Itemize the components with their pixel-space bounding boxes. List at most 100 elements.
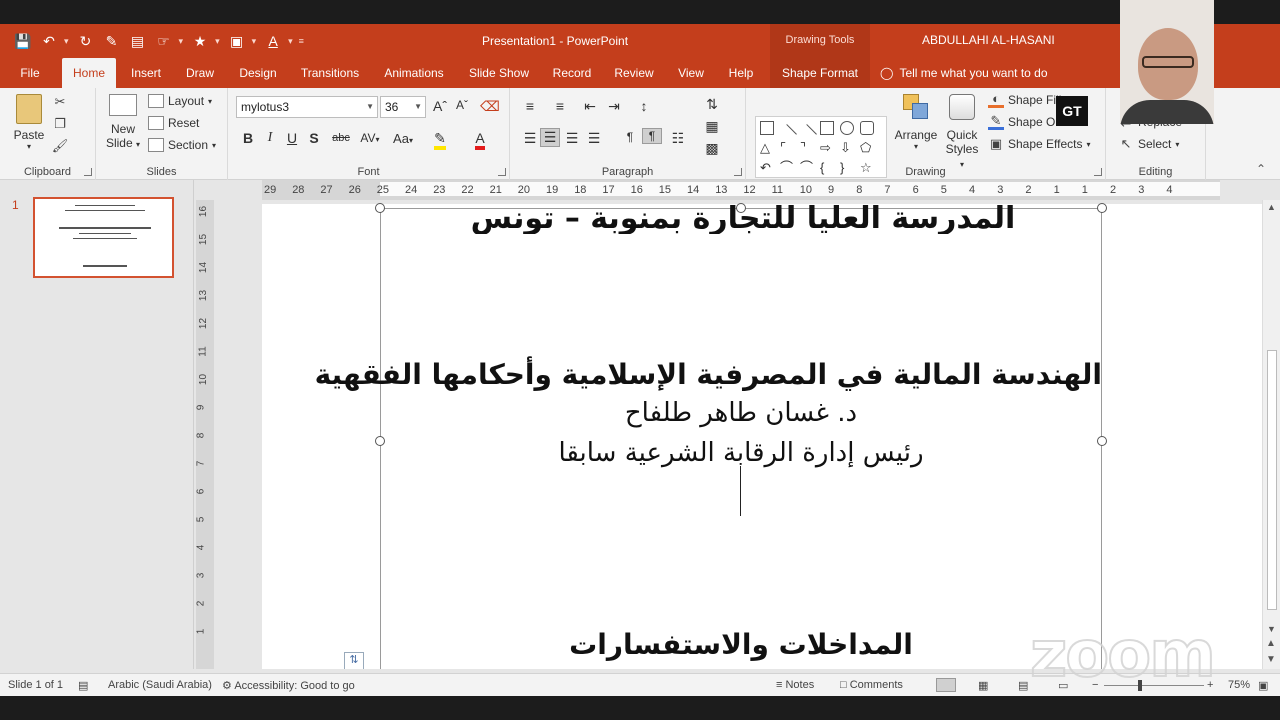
slide-author[interactable]: د. غسان طاهر طلفاح bbox=[380, 398, 1102, 428]
slide-canvas[interactable]: المدرسة العليا للتجارة بمنوبة – تونس اله… bbox=[214, 200, 1262, 669]
bold-button[interactable]: B bbox=[238, 130, 258, 146]
star-icon[interactable]: ★ bbox=[189, 30, 211, 52]
ltr-icon[interactable]: ¶ bbox=[620, 130, 640, 144]
align-left-icon[interactable]: ☰ bbox=[520, 130, 540, 147]
copy-button[interactable]: ❐ bbox=[52, 116, 68, 132]
tab-review[interactable]: Review bbox=[608, 58, 660, 88]
font-name-combo[interactable]: mylotus3 ▼ bbox=[236, 96, 378, 118]
numbering-icon[interactable]: ≡ bbox=[550, 98, 570, 114]
shape-fill-button[interactable]: ◐ Shape Fill bbox=[988, 91, 1061, 108]
font-launcher[interactable] bbox=[498, 168, 506, 176]
select-button[interactable]: ↖ Select ▾ bbox=[1118, 136, 1180, 152]
format-painter-button[interactable]: 🖌 bbox=[52, 138, 69, 154]
vertical-scrollbar[interactable]: ▲ ▼ ▲ ▼ bbox=[1262, 200, 1280, 669]
bullets-icon[interactable]: ≡ bbox=[520, 98, 540, 114]
touch-dropdown-icon[interactable]: ▾ bbox=[179, 36, 184, 47]
tab-home[interactable]: Home bbox=[62, 58, 116, 88]
resize-handle-nw[interactable] bbox=[375, 203, 385, 213]
slide-line-institution[interactable]: المدرسة العليا للتجارة بمنوبة – تونس bbox=[430, 204, 1056, 234]
font-color-dropdown-icon[interactable]: ▾ bbox=[288, 36, 293, 47]
decrease-indent-icon[interactable]: ⇤ bbox=[580, 98, 600, 115]
vertical-ruler[interactable]: 16 15 14 13 12 11 10 9 8 7 6 5 4 3 2 1 bbox=[195, 200, 214, 669]
shrink-font-icon[interactable]: Aˇ bbox=[452, 98, 472, 112]
clear-format-icon[interactable]: ⌫ bbox=[480, 98, 500, 115]
shape-triangle[interactable]: △ bbox=[760, 141, 774, 155]
spell-check-icon[interactable]: ▤ bbox=[78, 679, 88, 692]
line-spacing-icon[interactable]: ↕ bbox=[634, 98, 654, 114]
touch-mode-icon[interactable]: ☞ bbox=[153, 30, 175, 52]
tab-design[interactable]: Design bbox=[232, 58, 284, 88]
section-button[interactable]: Section ▾ bbox=[148, 138, 216, 152]
tell-me-search[interactable]: ◯ Tell me what you want to do bbox=[880, 58, 1060, 88]
cut-button[interactable]: ✂ bbox=[52, 94, 68, 110]
tab-help[interactable]: Help bbox=[722, 58, 760, 88]
tab-view[interactable]: View bbox=[670, 58, 712, 88]
fit-to-window-icon[interactable]: ▣ bbox=[1258, 679, 1268, 692]
font-color-icon[interactable]: A bbox=[262, 30, 284, 52]
picture-icon[interactable]: ▣ bbox=[226, 30, 248, 52]
text-direction-icon[interactable]: ⇅ bbox=[702, 96, 722, 113]
shape-elbow[interactable]: ⌜ bbox=[780, 141, 794, 155]
shape-textbox[interactable] bbox=[760, 121, 774, 135]
shape-effects-button[interactable]: ▣ Shape Effects ▾ bbox=[988, 136, 1091, 152]
font-color-button[interactable]: A bbox=[468, 130, 492, 150]
scroll-down-icon[interactable]: ▼ bbox=[1267, 624, 1276, 634]
undo-icon[interactable]: ↶ bbox=[38, 30, 60, 52]
zoom-level[interactable]: 75% bbox=[1228, 679, 1250, 691]
language-indicator[interactable]: Arabic (Saudi Arabia) bbox=[108, 679, 212, 691]
tab-record[interactable]: Record bbox=[546, 58, 598, 88]
italic-button[interactable]: I bbox=[260, 130, 280, 146]
shape-right-arrow[interactable]: ⇨ bbox=[820, 141, 834, 155]
scroll-up-icon[interactable]: ▲ bbox=[1267, 202, 1276, 212]
shape-rectangle[interactable] bbox=[820, 121, 834, 135]
save-icon[interactable]: 💾 bbox=[12, 30, 34, 52]
slide-footer-questions[interactable]: المداخلات والاستفسارات bbox=[380, 628, 1102, 661]
shape-elbow2[interactable]: ⌝ bbox=[800, 141, 814, 155]
font-size-combo[interactable]: 36 ▼ bbox=[380, 96, 426, 118]
paste-button[interactable]: Paste ▾ bbox=[12, 94, 46, 151]
paste-dropdown-icon[interactable]: ▾ bbox=[12, 142, 46, 151]
tab-file[interactable]: File bbox=[8, 58, 52, 88]
shape-down-arrow[interactable]: ⇩ bbox=[840, 141, 854, 155]
slide-thumbnail-1[interactable] bbox=[33, 197, 174, 278]
normal-view-icon[interactable] bbox=[936, 678, 956, 692]
shape-rounded-rect[interactable] bbox=[860, 121, 874, 135]
tab-transitions[interactable]: Transitions bbox=[294, 58, 366, 88]
paragraph-launcher[interactable] bbox=[734, 168, 742, 176]
strikethrough-button[interactable]: abc bbox=[328, 132, 354, 144]
increase-indent-icon[interactable]: ⇥ bbox=[604, 98, 624, 115]
tab-animations[interactable]: Animations bbox=[376, 58, 452, 88]
horizontal-ruler[interactable]: 29 28 27 26 25 24 23 22 21 20 19 18 17 16 15 14 13 12 11 10… bbox=[262, 180, 1220, 200]
align-center-icon[interactable]: ☰ bbox=[540, 128, 560, 147]
drawing-launcher[interactable] bbox=[1094, 168, 1102, 176]
slide-thumbnails-pane[interactable]: 1 bbox=[0, 180, 194, 669]
accessibility-status[interactable]: ⚙ Accessibility: Good to go bbox=[222, 679, 355, 692]
user-name[interactable]: ABDULLAHI AL-HASANI bbox=[922, 33, 1055, 47]
font-name-dropdown-icon[interactable]: ▼ bbox=[366, 97, 374, 117]
layout-button[interactable]: Layout ▾ bbox=[148, 94, 212, 108]
slide-position[interactable]: رئيس إدارة الرقابة الشرعية سابقا bbox=[380, 438, 1102, 468]
slide-1[interactable]: المدرسة العليا للتجارة بمنوبة – تونس اله… bbox=[262, 203, 1262, 669]
align-text-icon[interactable]: ▦ bbox=[702, 118, 722, 135]
prev-slide-icon[interactable]: ▲ bbox=[1266, 638, 1276, 649]
scroll-thumb[interactable] bbox=[1267, 350, 1277, 610]
customize-qat-icon[interactable]: ≡ bbox=[299, 36, 304, 46]
tab-slide-show[interactable]: Slide Show bbox=[462, 58, 536, 88]
columns-icon[interactable]: ☷ bbox=[668, 130, 688, 147]
redo-icon[interactable]: ↻ bbox=[75, 30, 97, 52]
align-right-icon[interactable]: ☰ bbox=[562, 130, 582, 147]
collapse-ribbon-icon[interactable]: ⌃ bbox=[1256, 162, 1266, 176]
format-painter-icon[interactable]: ✎ bbox=[101, 30, 123, 52]
grow-font-icon[interactable]: Aˆ bbox=[430, 98, 450, 114]
notes-button[interactable]: ≡ Notes bbox=[776, 679, 814, 691]
autofit-options-icon[interactable]: ⇅ bbox=[344, 652, 364, 669]
slide-sorter-icon[interactable]: ▦ bbox=[978, 679, 988, 692]
clipboard-launcher[interactable] bbox=[84, 168, 92, 176]
tab-draw[interactable]: Draw bbox=[178, 58, 222, 88]
arrange-button[interactable]: Arrange ▾ bbox=[894, 94, 938, 151]
shape-pentagon[interactable]: ⬠ bbox=[860, 141, 874, 155]
picture-dropdown-icon[interactable]: ▾ bbox=[252, 36, 257, 47]
reset-button[interactable]: Reset bbox=[148, 116, 199, 130]
new-slide-button[interactable]: New Slide ▾ bbox=[104, 94, 142, 150]
star-dropdown-icon[interactable]: ▾ bbox=[215, 36, 220, 47]
